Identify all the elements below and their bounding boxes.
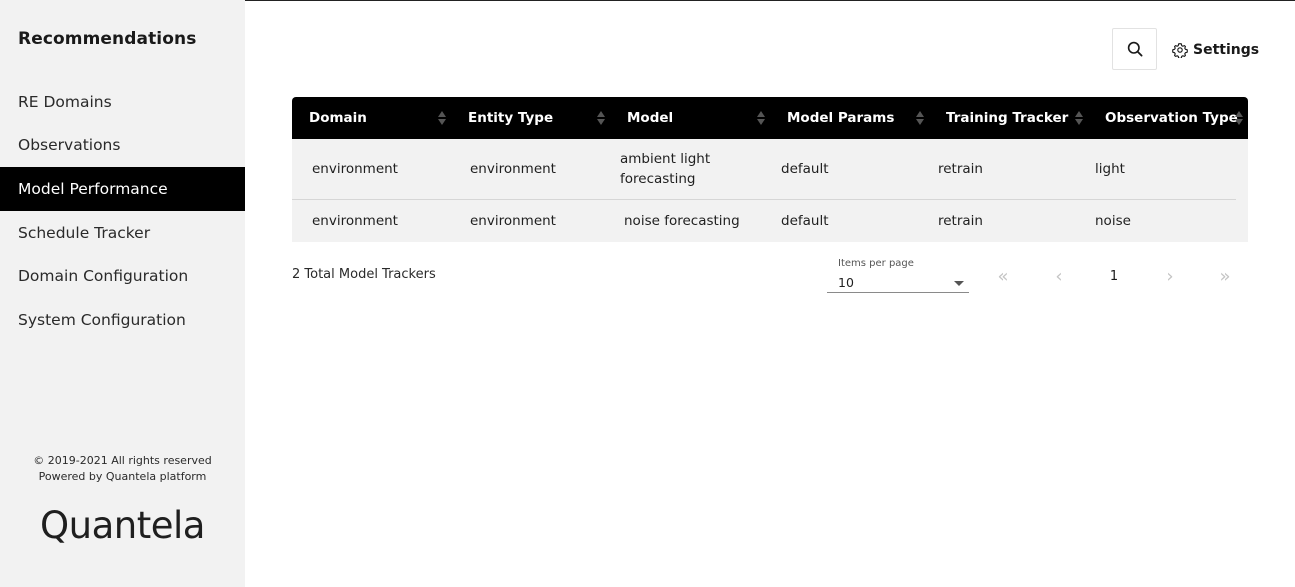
sort-icon bbox=[597, 111, 605, 125]
sidebar: Recommendations RE Domains Observations … bbox=[0, 0, 245, 587]
model-trackers-table: Domain Entity Type Model Model Params Tr… bbox=[292, 97, 1248, 242]
total-count: 2 Total Model Trackers bbox=[292, 267, 436, 282]
previous-page-button[interactable]: ‹ bbox=[1049, 265, 1069, 287]
sidebar-item-re-domains[interactable]: RE Domains bbox=[0, 80, 245, 124]
cell-training-tracker: retrain bbox=[938, 213, 983, 229]
table-header: Domain Entity Type Model Model Params Tr… bbox=[292, 97, 1248, 139]
powered-by-line: Powered by Quantela platform bbox=[38, 470, 207, 483]
cell-model-params: default bbox=[781, 213, 829, 229]
sidebar-item-schedule-tracker[interactable]: Schedule Tracker bbox=[0, 211, 245, 255]
page-number-current[interactable]: 1 bbox=[1104, 266, 1124, 286]
sidebar-nav: RE Domains Observations Model Performanc… bbox=[0, 80, 245, 342]
items-per-page-value: 10 bbox=[838, 275, 854, 290]
cell-model: noise forecasting bbox=[624, 213, 740, 229]
brand-logo: Quantela bbox=[40, 504, 205, 547]
cell-model: ambient light forecasting bbox=[620, 151, 711, 187]
column-header-label: Domain bbox=[309, 110, 367, 126]
sidebar-item-model-performance[interactable]: Model Performance bbox=[0, 167, 245, 211]
sort-icon bbox=[1235, 111, 1243, 125]
next-page-button[interactable]: › bbox=[1160, 265, 1180, 287]
column-header-observation-type[interactable]: Observation Type bbox=[1088, 97, 1248, 139]
column-header-model[interactable]: Model bbox=[610, 97, 770, 139]
cell-entity-type: environment bbox=[470, 213, 556, 229]
sidebar-item-domain-configuration[interactable]: Domain Configuration bbox=[0, 254, 245, 298]
sort-icon bbox=[1075, 111, 1083, 125]
column-header-model-params[interactable]: Model Params bbox=[770, 97, 929, 139]
sidebar-title: Recommendations bbox=[18, 29, 197, 49]
gear-icon bbox=[1172, 43, 1188, 58]
copyright: © 2019-2021 All rights reserved Powered … bbox=[0, 453, 245, 485]
double-chevron-right-icon: » bbox=[1219, 265, 1231, 287]
column-header-entity-type[interactable]: Entity Type bbox=[451, 97, 610, 139]
column-header-label: Entity Type bbox=[468, 110, 554, 126]
items-per-page-label: Items per page bbox=[838, 258, 914, 269]
table-row[interactable]: environment environment ambient light fo… bbox=[292, 139, 1236, 200]
sort-icon bbox=[757, 111, 765, 125]
column-header-training-tracker[interactable]: Training Tracker bbox=[929, 97, 1088, 139]
sidebar-item-observations[interactable]: Observations bbox=[0, 124, 245, 168]
cell-entity-type: environment bbox=[470, 161, 556, 177]
chevron-right-icon: › bbox=[1166, 265, 1174, 287]
cell-domain: environment bbox=[312, 213, 398, 229]
items-per-page-select[interactable]: 10 bbox=[827, 274, 969, 293]
settings-button[interactable]: Settings bbox=[1172, 40, 1259, 60]
column-header-domain[interactable]: Domain bbox=[292, 97, 451, 139]
column-header-label: Model Params bbox=[787, 110, 895, 126]
last-page-button[interactable]: » bbox=[1215, 265, 1235, 287]
sidebar-item-system-configuration[interactable]: System Configuration bbox=[0, 298, 245, 342]
cell-observation-type: light bbox=[1095, 161, 1125, 177]
cell-training-tracker: retrain bbox=[938, 161, 983, 177]
column-header-label: Model bbox=[627, 110, 674, 126]
sort-icon bbox=[438, 111, 446, 125]
search-button[interactable] bbox=[1112, 28, 1157, 70]
table-body: environment environment ambient light fo… bbox=[292, 139, 1248, 242]
table-row[interactable]: environment environment noise forecastin… bbox=[292, 200, 1236, 242]
chevron-left-icon: ‹ bbox=[1055, 265, 1063, 287]
first-page-button[interactable]: « bbox=[993, 265, 1013, 287]
column-header-label: Training Tracker bbox=[946, 110, 1069, 126]
cell-domain: environment bbox=[312, 161, 398, 177]
cell-model-params: default bbox=[781, 161, 829, 177]
search-icon bbox=[1127, 41, 1143, 57]
copyright-line: © 2019-2021 All rights reserved bbox=[33, 454, 212, 467]
double-chevron-left-icon: « bbox=[997, 265, 1009, 287]
caret-down-icon bbox=[954, 281, 964, 286]
column-header-label: Observation Type bbox=[1105, 110, 1238, 126]
sort-icon bbox=[916, 111, 924, 125]
cell-observation-type: noise bbox=[1095, 213, 1131, 229]
settings-label: Settings bbox=[1193, 42, 1260, 58]
